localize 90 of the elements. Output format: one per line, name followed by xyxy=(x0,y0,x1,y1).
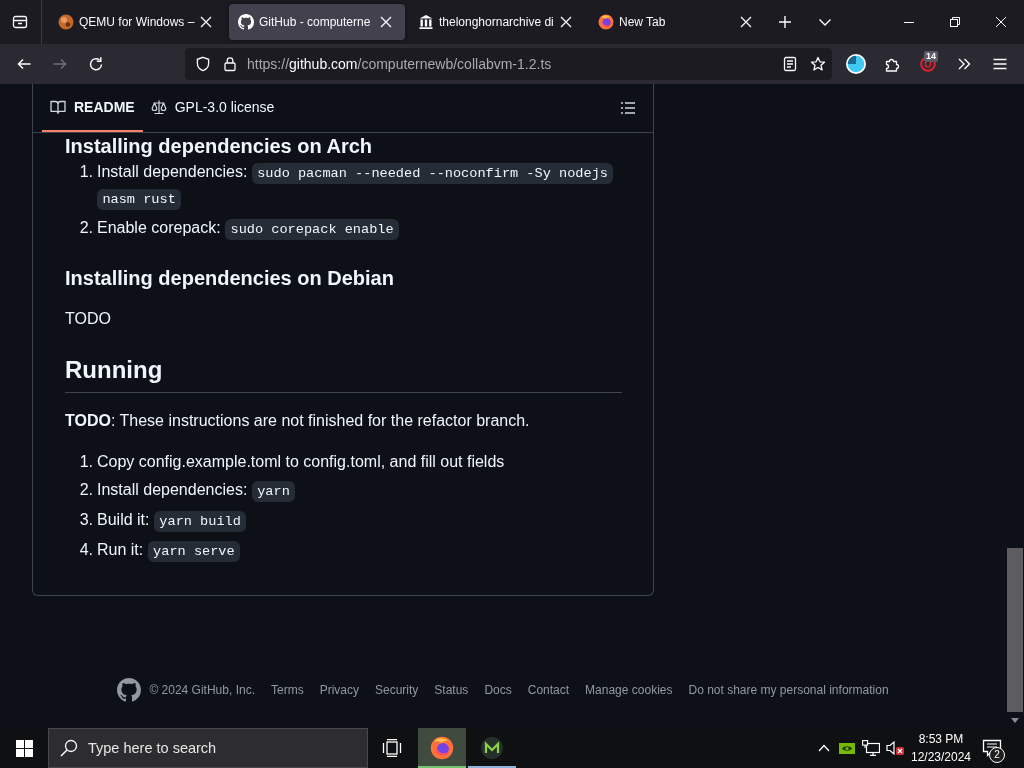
footer-link[interactable]: Contact xyxy=(527,678,570,702)
browser-tab[interactable]: New Tab xyxy=(589,4,765,40)
footer-link[interactable]: Do not share my personal information xyxy=(688,678,889,702)
restore-icon xyxy=(950,17,960,27)
notifications-button[interactable]: 2 xyxy=(976,728,1008,768)
round-logo-icon xyxy=(58,14,74,30)
close-icon xyxy=(380,16,392,28)
notification-badge: 2 xyxy=(989,747,1005,763)
inline-code: yarn xyxy=(251,481,296,502)
list-number: 4. xyxy=(78,540,93,560)
plus-icon xyxy=(778,15,792,29)
list-item-text: Copy config.example.toml to config.toml, and fill out fields xyxy=(97,453,505,470)
columns-building-icon xyxy=(418,14,434,30)
list-number: 3. xyxy=(78,510,93,530)
list-item-text: Enable corepack: xyxy=(97,219,221,236)
fox-logo-icon xyxy=(430,736,454,760)
footer-link[interactable]: Privacy xyxy=(319,678,359,702)
pie-disc-icon xyxy=(846,54,866,74)
copyright-text: © 2024 GitHub, Inc. xyxy=(149,682,255,699)
shield-icon xyxy=(195,56,211,72)
footer-link[interactable]: Security xyxy=(375,678,419,702)
list-number: 2. xyxy=(78,218,93,238)
footer-link[interactable]: Manage cookies xyxy=(585,678,673,702)
clock[interactable]: 8:53 PM 12/23/2024 xyxy=(906,728,976,768)
list-item-text: Install dependencies: xyxy=(97,163,248,180)
close-icon xyxy=(200,16,212,28)
fox-logo-icon xyxy=(598,14,614,30)
list-number: 2. xyxy=(78,480,93,500)
browser-tab[interactable]: QEMU for Windows – xyxy=(49,4,225,40)
readme-tab[interactable]: README xyxy=(42,84,143,132)
message-icon xyxy=(982,739,1002,757)
footer-link[interactable]: Status xyxy=(434,678,469,702)
eye-logo-icon xyxy=(839,742,855,754)
inline-code: nasm rust xyxy=(97,189,182,210)
cat-logo-icon xyxy=(117,678,142,702)
list-item-text: Build it: xyxy=(97,511,150,528)
footer-link[interactable]: Terms xyxy=(270,678,304,702)
close-tab-button[interactable] xyxy=(558,14,574,30)
inline-code: sudo corepack enable xyxy=(225,219,400,240)
app-logo-icon xyxy=(480,736,504,760)
book-icon xyxy=(50,99,66,115)
search-field[interactable]: Type here to search xyxy=(48,728,368,768)
section-heading: Running xyxy=(65,355,622,393)
section-heading: Installing dependencies on Arch xyxy=(65,134,374,158)
search-icon xyxy=(60,739,78,757)
inline-code: yarn serve xyxy=(147,541,241,562)
down-arrow-icon xyxy=(1011,717,1019,723)
scales-icon xyxy=(150,99,167,115)
url-text: https://github.com/computernewb/collabvm-1.2.ts xyxy=(247,56,552,72)
close-icon xyxy=(996,17,1006,27)
lock-icon xyxy=(222,56,238,72)
puzzle-icon xyxy=(884,56,900,72)
star-icon xyxy=(810,56,826,72)
list-item-text: Install dependencies: xyxy=(97,481,248,498)
back-icon xyxy=(16,56,32,72)
readme-tab[interactable]: GPL-3.0 license xyxy=(142,84,283,132)
list-number: 1. xyxy=(78,162,93,182)
list-icon xyxy=(620,100,636,116)
section-heading: Installing dependencies on Debian xyxy=(65,266,395,291)
inline-code: sudo pacman --needed --noconfirm -Sy nodejs xyxy=(251,163,614,184)
chevrons-icon xyxy=(956,56,972,72)
task-view-icon xyxy=(382,739,402,757)
archive-box-icon xyxy=(12,14,28,30)
list-item-text: Run it: xyxy=(97,541,144,558)
address-bar[interactable]: https://github.com/computernewb/collabvm-1.2.ts xyxy=(185,48,832,80)
extension-button[interactable]: 14 xyxy=(912,48,944,80)
menu-icon xyxy=(992,56,1008,72)
inline-code: yarn build xyxy=(153,511,247,532)
paragraph: TODO xyxy=(65,309,112,329)
monitor-network-icon xyxy=(862,740,880,756)
document-icon xyxy=(782,56,798,72)
browser-tab[interactable]: thelonghornarchive di xyxy=(409,4,585,40)
browser-tab[interactable]: GitHub - computerne xyxy=(229,4,405,40)
reload-icon xyxy=(88,56,104,72)
close-icon xyxy=(740,16,752,28)
paragraph: TODO: These instructions are not finished for the refactor branch. xyxy=(65,411,531,431)
footer-link[interactable]: Docs xyxy=(484,678,512,702)
forward-icon xyxy=(52,56,68,72)
four-panes-icon xyxy=(15,739,33,757)
close-tab-button[interactable] xyxy=(198,14,214,30)
speaker-muted-icon xyxy=(886,740,904,756)
cat-logo-icon xyxy=(238,14,254,30)
caret-up-icon xyxy=(818,744,830,752)
close-tab-button[interactable] xyxy=(738,14,754,30)
close-icon xyxy=(560,16,572,28)
scrollbar-thumb[interactable] xyxy=(1007,548,1023,712)
badge-count: 14 xyxy=(924,51,938,62)
close-tab-button[interactable] xyxy=(378,14,394,30)
taskbar-app-button[interactable] xyxy=(418,728,466,768)
list-number: 1. xyxy=(78,452,93,472)
